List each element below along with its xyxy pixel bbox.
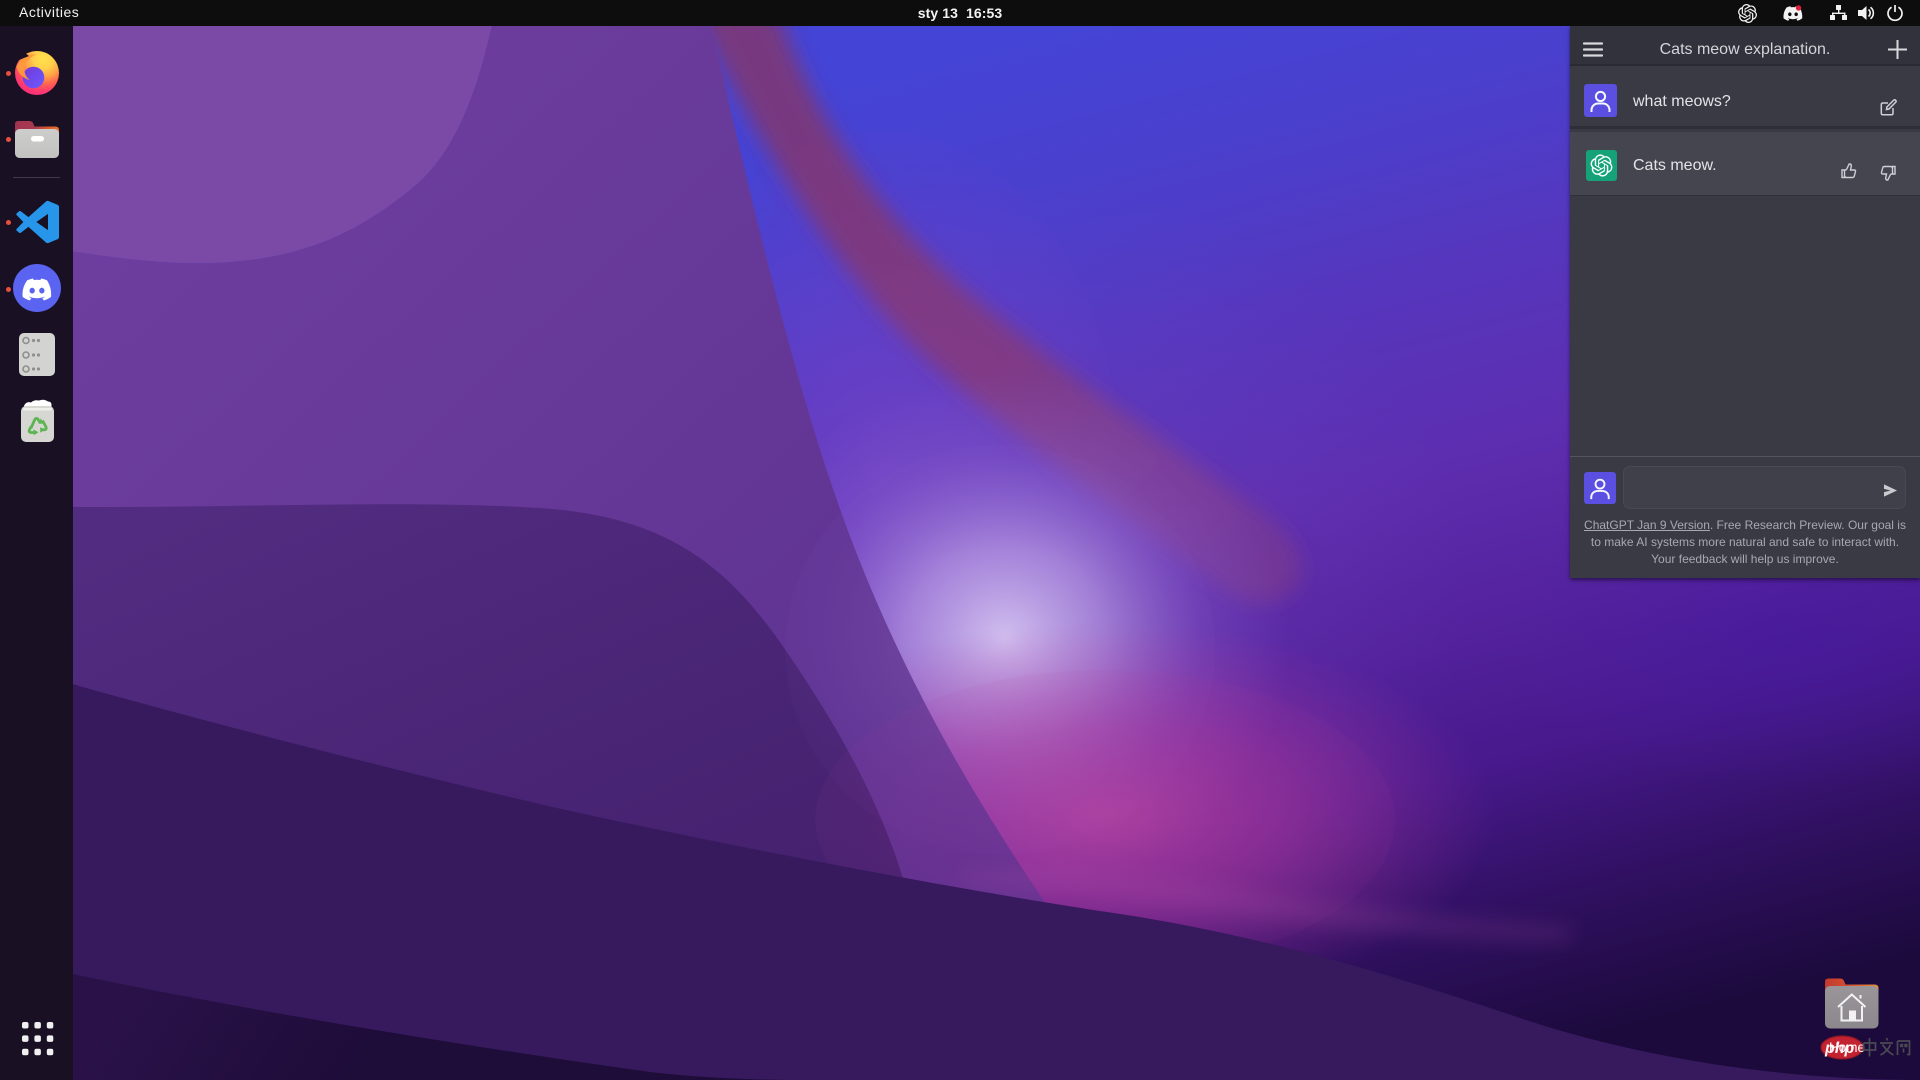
svg-text:php: php xyxy=(1824,1040,1855,1057)
